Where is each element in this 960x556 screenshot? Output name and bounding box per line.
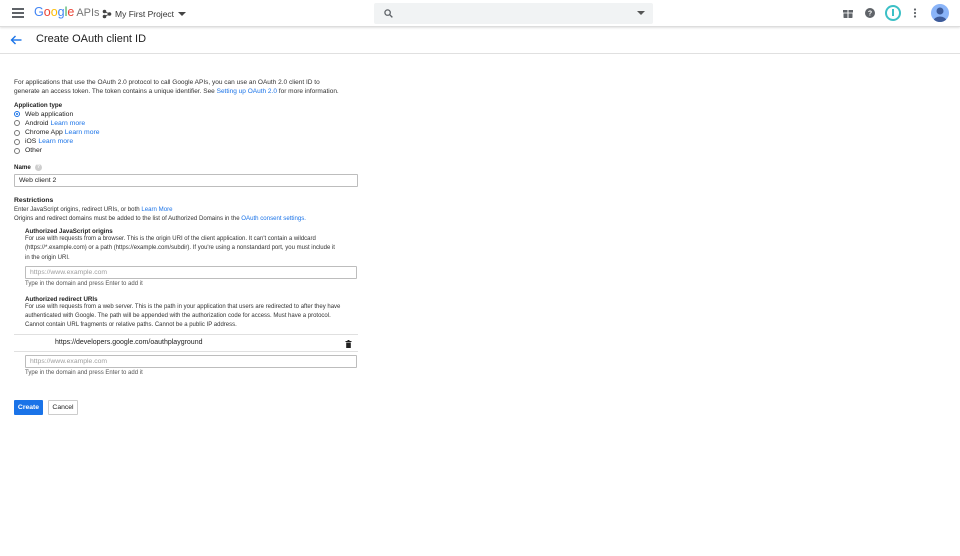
- redirect-uris-desc: For use with requests from a web server.…: [25, 303, 358, 331]
- learn-more-link[interactable]: Learn more: [50, 120, 85, 127]
- notification-icon[interactable]: [885, 5, 901, 21]
- search-dropdown-icon[interactable]: [637, 11, 645, 15]
- project-name: My First Project: [115, 8, 175, 19]
- radio-label: Android: [25, 119, 49, 127]
- gift-icon[interactable]: [842, 7, 854, 19]
- radio-web-application[interactable]: Web application: [14, 110, 358, 119]
- js-origins-desc1: For use with requests from a browser. Th…: [25, 236, 316, 243]
- name-label: Name?: [14, 163, 358, 171]
- redirect-desc1: For use with requests from a web server.…: [25, 303, 341, 310]
- js-origin-input[interactable]: https://www.example.com: [25, 265, 357, 279]
- radio-button[interactable]: [14, 138, 20, 145]
- js-origins-desc3: in the origin URI.: [25, 254, 70, 261]
- radio-label: Web application: [25, 110, 74, 118]
- project-selector[interactable]: My First Project: [102, 6, 187, 21]
- intro-line2: generate an access token. The token cont…: [14, 88, 217, 96]
- search-input[interactable]: [374, 3, 653, 24]
- search-icon: [384, 9, 393, 18]
- radio-button[interactable]: [14, 111, 20, 118]
- radio-label: Chrome App: [25, 129, 63, 137]
- intro-line1: For applications that use the OAuth 2.0 …: [14, 79, 320, 86]
- redirect-uri-hint: Type in the domain and press Enter to ad…: [25, 370, 143, 377]
- chevron-down-icon: [178, 11, 187, 16]
- application-type-radio-group: Web application Android Learn more Chrom…: [14, 110, 358, 156]
- radio-button[interactable]: [14, 129, 20, 136]
- oauth-consent-link[interactable]: OAuth consent settings.: [241, 215, 306, 222]
- help-circle-icon[interactable]: ?: [34, 163, 42, 171]
- trash-icon[interactable]: [345, 340, 352, 349]
- restrictions-line2: Origins and redirect domains must be add…: [14, 214, 242, 222]
- more-vert-icon[interactable]: [909, 7, 921, 19]
- restrictions-title: Restrictions: [14, 196, 54, 204]
- setting-up-oauth-link[interactable]: Setting up OAuth 2.0: [217, 88, 277, 95]
- radio-ios[interactable]: iOS Learn more: [14, 137, 358, 146]
- cancel-button[interactable]: Cancel: [48, 400, 78, 416]
- js-origin-hint: Type in the domain and press Enter to ad…: [25, 280, 143, 287]
- oauth-form: For applications that use the OAuth 2.0 …: [14, 78, 358, 416]
- radio-android[interactable]: Android Learn more: [14, 119, 358, 128]
- avatar[interactable]: [931, 4, 949, 22]
- radio-button[interactable]: [14, 147, 20, 154]
- intro-text: For applications that use the OAuth 2.0 …: [14, 78, 358, 97]
- radio-other[interactable]: Other: [14, 146, 358, 155]
- js-origins-desc: For use with requests from a browser. Th…: [25, 235, 358, 263]
- intro-line3: for more information.: [276, 88, 339, 96]
- restrictions-line1: Enter JavaScript origins, redirect URIs,…: [14, 205, 142, 213]
- page-title: Create OAuth client ID: [36, 33, 147, 45]
- application-type-label: Application type: [14, 101, 63, 109]
- redirect-desc3: Cannot contain URL fragments or relative…: [25, 322, 237, 329]
- top-app-bar: Google APIs My First Project ?: [0, 0, 960, 27]
- redirect-add-section: https://www.example.com Type in the doma…: [25, 355, 358, 376]
- redirect-uris-section: Authorized redirect URIs For use with re…: [25, 296, 358, 331]
- name-label-text: Name: [14, 163, 31, 171]
- js-origins-title: Authorized JavaScript origins: [25, 228, 113, 236]
- redirect-uri-input[interactable]: https://www.example.com: [25, 355, 357, 369]
- learn-more-link[interactable]: Learn More: [141, 206, 172, 213]
- arrow-back-icon[interactable]: [10, 35, 22, 45]
- redirect-uri-value: https://developers.google.com/oauthplayg…: [55, 339, 203, 347]
- restrictions-desc: Enter JavaScript origins, redirect URIs,…: [14, 205, 358, 224]
- radio-label: iOS: [25, 138, 37, 146]
- learn-more-link[interactable]: Learn more: [38, 138, 73, 145]
- redirect-uri-entry[interactable]: https://developers.google.com/oauthplayg…: [14, 334, 358, 353]
- project-icon: [102, 9, 112, 18]
- logo-suffix: APIs: [76, 7, 100, 19]
- google-apis-logo[interactable]: Google APIs: [34, 5, 100, 19]
- radio-button[interactable]: [14, 120, 20, 127]
- learn-more-link[interactable]: Learn more: [65, 129, 100, 136]
- page-header: Create OAuth client ID: [0, 27, 960, 54]
- radio-label: Other: [25, 147, 42, 155]
- help-icon[interactable]: ?: [864, 7, 876, 19]
- radio-chrome-app[interactable]: Chrome App Learn more: [14, 128, 358, 137]
- redirect-uris-title: Authorized redirect URIs: [25, 295, 98, 303]
- form-actions: Create Cancel: [14, 400, 358, 416]
- name-field[interactable]: Web client 2: [14, 173, 358, 187]
- js-origins-section: Authorized JavaScript origins For use wi…: [25, 228, 358, 287]
- js-origins-desc2: (https://*.example.com) or a path (https…: [25, 245, 335, 252]
- menu-icon[interactable]: [12, 8, 24, 18]
- create-button[interactable]: Create: [14, 400, 43, 416]
- svg-text:?: ?: [868, 11, 872, 18]
- redirect-desc2: authenticated with Google. The path will…: [25, 313, 331, 320]
